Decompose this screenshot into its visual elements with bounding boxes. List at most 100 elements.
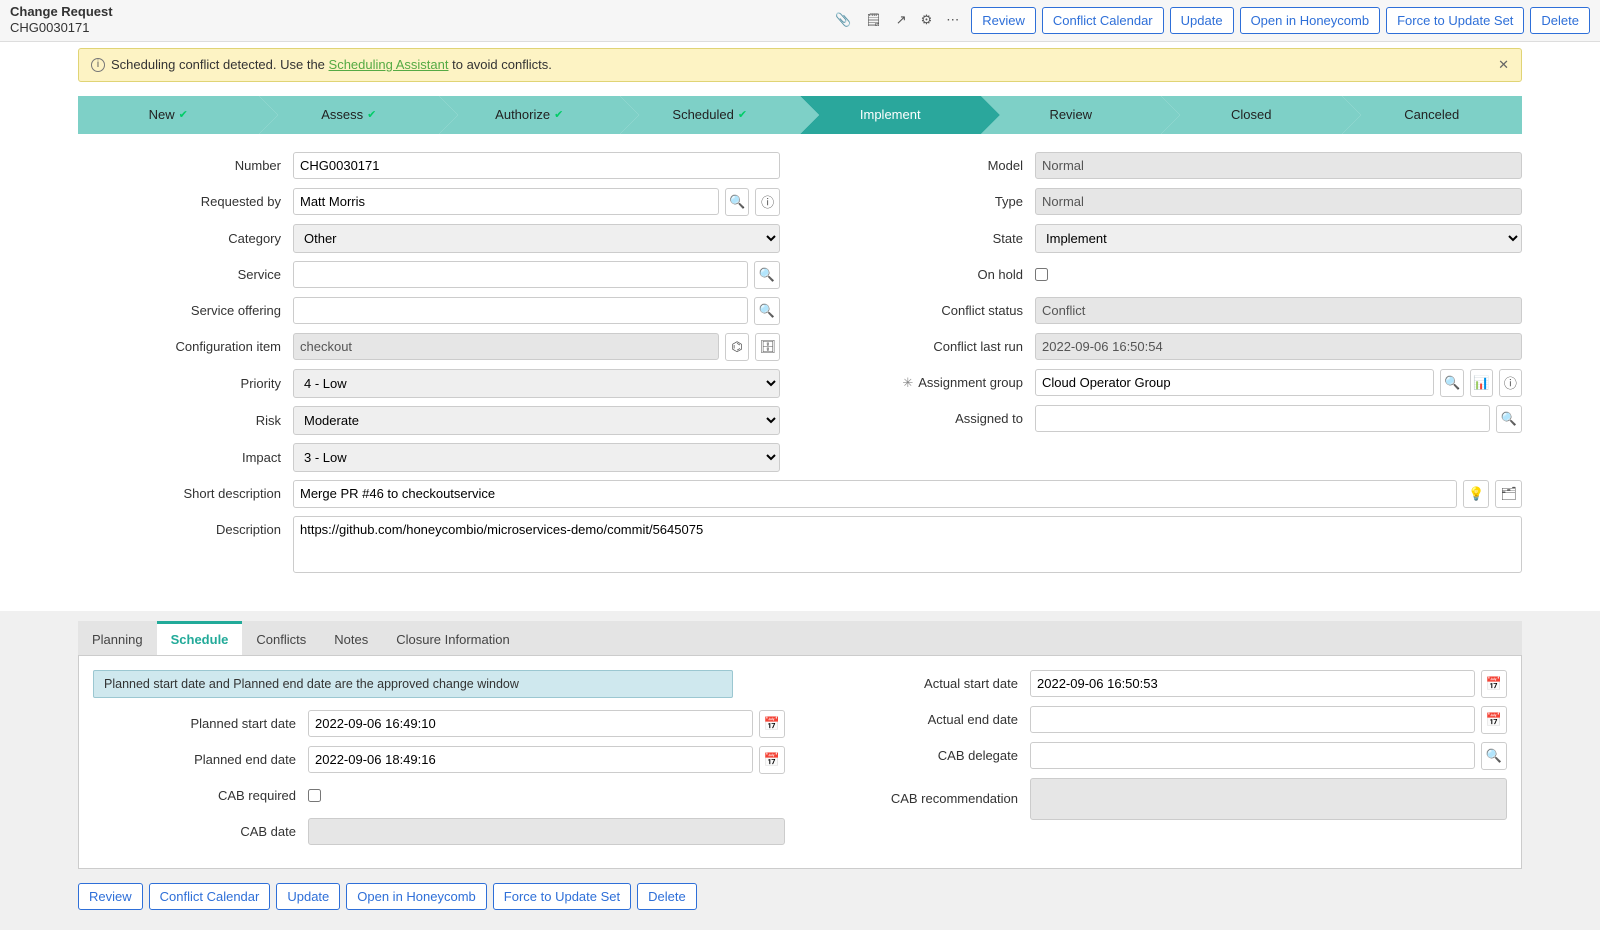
cab-date-label: CAB date xyxy=(93,824,308,839)
activity-icon[interactable]: 🗒 xyxy=(865,12,882,28)
stage-implement[interactable]: Implement xyxy=(800,96,981,134)
assignment-group-label: ✳ Assignment group xyxy=(820,375,1035,391)
number-label: Number xyxy=(78,158,293,173)
scheduling-assistant-link[interactable]: Scheduling Assistant xyxy=(329,57,449,72)
stage-new[interactable]: New✔ xyxy=(78,96,259,134)
stages: New✔Assess✔Authorize✔Scheduled✔Implement… xyxy=(78,96,1522,134)
calendar-icon[interactable]: 📅 xyxy=(759,746,785,774)
description-label: Description xyxy=(78,516,293,537)
tab-conflicts[interactable]: Conflicts xyxy=(242,621,320,655)
requested-by-field[interactable] xyxy=(293,188,719,215)
stage-authorize[interactable]: Authorize✔ xyxy=(439,96,620,134)
review-button[interactable]: Review xyxy=(78,883,143,910)
actual-start-field[interactable] xyxy=(1030,670,1475,697)
planned-end-label: Planned end date xyxy=(93,752,308,767)
suggestion-icon[interactable]: 💡 xyxy=(1463,480,1490,508)
topbar-icons: 📎 🗒 ↗ ⚙ ⋯ xyxy=(835,12,959,28)
priority-select[interactable]: 4 - Low xyxy=(293,369,780,398)
ci-field[interactable] xyxy=(293,333,719,360)
force-update-set-button[interactable]: Force to Update Set xyxy=(1386,7,1524,34)
conflict-calendar-button[interactable]: Conflict Calendar xyxy=(149,883,271,910)
record-number: CHG0030171 xyxy=(10,20,113,36)
service-offering-field[interactable] xyxy=(293,297,748,324)
more-icon[interactable]: ⋯ xyxy=(946,12,959,28)
settings-icon[interactable]: ⚙ xyxy=(921,12,933,28)
category-select[interactable]: Other xyxy=(293,224,780,253)
conflict-last-run-label: Conflict last run xyxy=(820,339,1035,354)
short-description-field[interactable] xyxy=(293,480,1457,508)
planned-start-field[interactable] xyxy=(308,710,753,737)
cab-recommendation-field xyxy=(1030,778,1507,820)
type-field xyxy=(1035,188,1522,215)
info-icon[interactable]: ⓘ xyxy=(755,188,780,216)
lookup-icon[interactable]: 🔍 xyxy=(1440,369,1463,397)
cab-delegate-label: CAB delegate xyxy=(815,748,1030,763)
number-field[interactable] xyxy=(293,152,780,179)
description-field[interactable] xyxy=(293,516,1522,573)
card-icon[interactable]: 🗂 xyxy=(1495,480,1522,508)
lookup-icon[interactable]: 🔍 xyxy=(1496,405,1522,433)
calendar-icon[interactable]: 📅 xyxy=(1481,706,1507,734)
cab-delegate-field[interactable] xyxy=(1030,742,1475,769)
calendar-icon[interactable]: 📅 xyxy=(759,710,785,738)
conflict-status-label: Conflict status xyxy=(820,303,1035,318)
tab-schedule[interactable]: Schedule xyxy=(157,621,243,655)
delete-button[interactable]: Delete xyxy=(1530,7,1590,34)
lookup-icon[interactable]: 🔍 xyxy=(1481,742,1507,770)
assigned-to-label: Assigned to xyxy=(820,411,1035,426)
impact-label: Impact xyxy=(78,450,293,465)
tabs: PlanningScheduleConflictsNotesClosure In… xyxy=(78,621,1522,656)
stage-review[interactable]: Review xyxy=(981,96,1162,134)
chart-icon[interactable]: 📊 xyxy=(1470,369,1493,397)
risk-select[interactable]: Moderate xyxy=(293,406,780,435)
info-icon: i xyxy=(91,58,105,72)
model-label: Model xyxy=(820,158,1035,173)
close-icon[interactable]: ✕ xyxy=(1498,57,1509,73)
priority-label: Priority xyxy=(78,376,293,391)
ci-label: Configuration item xyxy=(78,339,293,354)
actual-end-label: Actual end date xyxy=(815,712,1030,727)
tab-notes[interactable]: Notes xyxy=(320,621,382,655)
planned-start-label: Planned start date xyxy=(93,716,308,731)
lookup-icon[interactable]: 🔍 xyxy=(754,297,780,325)
category-label: Category xyxy=(78,231,293,246)
lookup-icon[interactable]: 🔍 xyxy=(754,261,780,289)
stage-canceled[interactable]: Canceled xyxy=(1342,96,1523,134)
alert-text-post: to avoid conflicts. xyxy=(449,57,552,72)
stage-scheduled[interactable]: Scheduled✔ xyxy=(620,96,801,134)
lookup-icon[interactable]: 🔍 xyxy=(725,188,750,216)
tab-closure-information[interactable]: Closure Information xyxy=(382,621,523,655)
attachment-icon[interactable]: 📎 xyxy=(835,12,851,28)
update-button[interactable]: Update xyxy=(1170,7,1234,34)
conflict-alert: i Scheduling conflict detected. Use the … xyxy=(78,48,1522,82)
service-field[interactable] xyxy=(293,261,748,288)
actual-start-label: Actual start date xyxy=(815,676,1030,691)
requested-by-label: Requested by xyxy=(78,194,293,209)
db-icon[interactable]: 🗄 xyxy=(755,333,780,361)
planned-end-field[interactable] xyxy=(308,746,753,773)
delete-button[interactable]: Delete xyxy=(637,883,697,910)
on-hold-label: On hold xyxy=(820,267,1035,282)
assignment-group-field[interactable] xyxy=(1035,369,1434,396)
stage-closed[interactable]: Closed xyxy=(1161,96,1342,134)
state-select[interactable]: Implement xyxy=(1035,224,1522,253)
type-label: Type xyxy=(820,194,1035,209)
tab-planning[interactable]: Planning xyxy=(78,621,157,655)
on-hold-checkbox[interactable] xyxy=(1035,268,1048,281)
assigned-to-field[interactable] xyxy=(1035,405,1490,432)
update-button[interactable]: Update xyxy=(276,883,340,910)
conflict-calendar-button[interactable]: Conflict Calendar xyxy=(1042,7,1164,34)
impact-select[interactable]: 3 - Low xyxy=(293,443,780,472)
open-honeycomb-button[interactable]: Open in Honeycomb xyxy=(1240,7,1381,34)
calendar-icon[interactable]: 📅 xyxy=(1481,670,1507,698)
stage-assess[interactable]: Assess✔ xyxy=(259,96,440,134)
cab-required-checkbox[interactable] xyxy=(308,789,321,802)
review-button[interactable]: Review xyxy=(971,7,1036,34)
force-update-set-button[interactable]: Force to Update Set xyxy=(493,883,631,910)
open-honeycomb-button[interactable]: Open in Honeycomb xyxy=(346,883,487,910)
actual-end-field[interactable] xyxy=(1030,706,1475,733)
info-icon[interactable]: ⓘ xyxy=(1499,369,1522,397)
graph-icon[interactable]: ↗ xyxy=(896,12,907,28)
alert-text-pre: Scheduling conflict detected. Use the xyxy=(111,57,329,72)
tree-icon[interactable]: ⌬ xyxy=(725,333,750,361)
